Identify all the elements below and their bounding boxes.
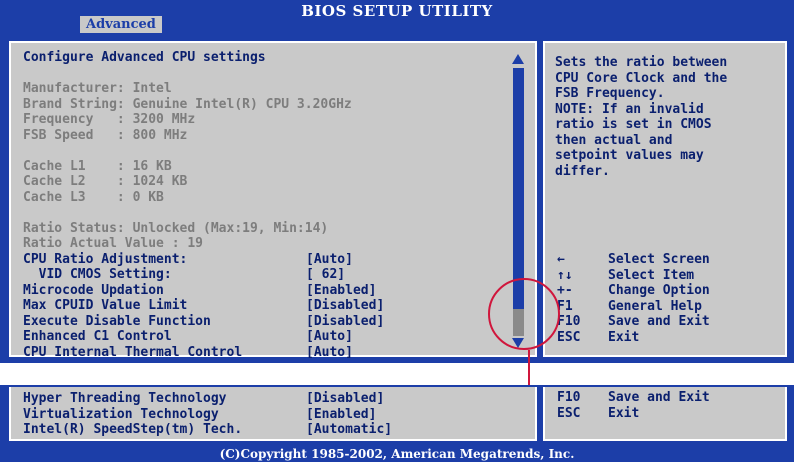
- setting-label-speedstep[interactable]: Intel(R) SpeedStep(tm) Tech.: [23, 422, 242, 438]
- key-action-select-screen: Select Screen: [608, 252, 710, 267]
- setting-label-vid-cmos[interactable]: VID CMOS Setting:: [23, 267, 172, 283]
- help-line-8: differ.: [555, 163, 610, 179]
- up-down-arrow-icon: ↑↓: [557, 267, 573, 283]
- help-line-3: FSB Frequency.: [555, 86, 665, 101]
- key-action-change-option: Change Option: [608, 283, 710, 298]
- info-fsb-speed: FSB Speed : 800 MHz: [23, 127, 188, 143]
- setting-label-max-cpuid[interactable]: Max CPUID Value Limit: [23, 298, 187, 314]
- info-manufacturer: Manufacturer: Intel: [23, 81, 172, 96]
- key-action-save-exit: Save and Exit: [608, 314, 710, 329]
- setting-value-vid-cmos[interactable]: [ 62]: [306, 267, 345, 283]
- setting-value-cpu-ratio[interactable]: [Auto]: [306, 252, 353, 268]
- copyright-text: (C)Copyright 1985-2002, American Megatre…: [219, 447, 575, 461]
- setting-label-cpu-ratio[interactable]: CPU Ratio Adjustment:: [23, 252, 187, 268]
- setting-label-hyper-threading[interactable]: Hyper Threading Technology: [23, 391, 227, 407]
- setting-value-microcode[interactable]: [Enabled]: [306, 283, 376, 299]
- help-line-4: NOTE: If an invalid: [555, 101, 704, 117]
- key-f10: F10: [557, 314, 581, 329]
- key-esc-bottom: ESC: [557, 405, 581, 421]
- setting-value-thermal-control[interactable]: [Auto]: [306, 345, 353, 361]
- setting-label-execute-disable[interactable]: Execute Disable Function: [23, 314, 211, 330]
- info-ratio-status: Ratio Status: Unlocked (Max:19, Min:14): [23, 220, 329, 236]
- key-action-general-help: General Help: [608, 298, 702, 314]
- info-cache-l1: Cache L1 : 16 KB: [23, 158, 172, 174]
- callout-circle: [488, 278, 560, 350]
- setting-value-max-cpuid[interactable]: [Disabled]: [306, 298, 384, 314]
- key-esc: ESC: [557, 329, 581, 345]
- info-ratio-actual: Ratio Actual Value : 19: [23, 236, 204, 251]
- help-line-6: then actual and: [555, 132, 673, 148]
- section-heading: Configure Advanced CPU settings: [23, 50, 266, 65]
- setting-value-enhanced-c1[interactable]: [Auto]: [306, 329, 353, 345]
- setting-label-thermal-control[interactable]: CPU Internal Thermal Control: [23, 345, 242, 361]
- help-line-7: setpoint values may: [555, 148, 704, 163]
- left-arrow-icon: ←: [557, 252, 565, 267]
- info-brand-string: Brand String: Genuine Intel(R) CPU 3.20G…: [23, 96, 352, 112]
- key-f10-bottom: F10: [557, 390, 581, 405]
- help-line-1: Sets the ratio between: [555, 55, 728, 70]
- scrollbar-thumb[interactable]: [513, 68, 524, 309]
- setting-value-speedstep[interactable]: [Automatic]: [306, 422, 392, 438]
- scroll-up-arrow-icon[interactable]: [512, 54, 524, 64]
- key-action-select-item: Select Item: [608, 267, 695, 283]
- key-plus-minus: +-: [557, 283, 573, 298]
- setting-value-hyper-threading[interactable]: [Disabled]: [306, 391, 384, 407]
- info-frequency: Frequency : 3200 MHz: [23, 112, 196, 127]
- key-action-save-exit-bottom: Save and Exit: [608, 390, 710, 405]
- setting-label-microcode[interactable]: Microcode Updation: [23, 283, 164, 299]
- key-action-exit-bottom: Exit: [608, 405, 640, 421]
- key-action-exit: Exit: [608, 329, 640, 345]
- info-cache-l3: Cache L3 : 0 KB: [23, 189, 164, 205]
- help-line-2: CPU Core Clock and the: [555, 70, 728, 86]
- setting-label-virtualization[interactable]: Virtualization Technology: [23, 407, 219, 423]
- info-cache-l2: Cache L2 : 1024 KB: [23, 174, 188, 189]
- setting-value-execute-disable[interactable]: [Disabled]: [306, 314, 384, 330]
- setting-label-enhanced-c1[interactable]: Enhanced C1 Control: [23, 329, 172, 345]
- tab-advanced[interactable]: Advanced: [80, 16, 162, 33]
- setting-value-virtualization[interactable]: [Enabled]: [306, 407, 376, 423]
- help-line-5: ratio is set in CMOS: [555, 117, 712, 132]
